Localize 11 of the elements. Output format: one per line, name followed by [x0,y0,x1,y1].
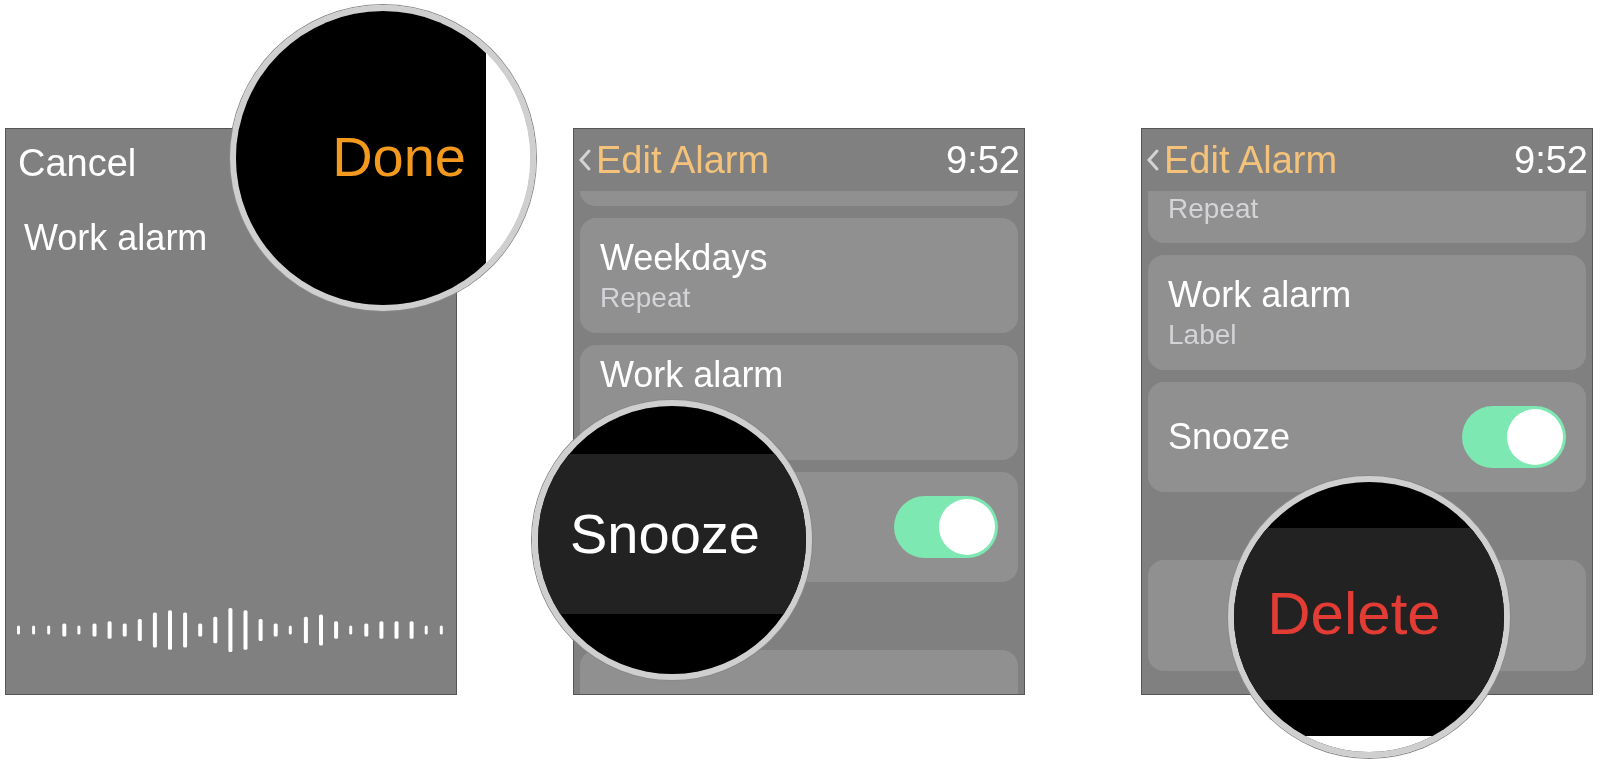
row-title: Work alarm [600,353,785,397]
row-subtitle: Repeat [600,280,692,315]
clock-time: 9:52 [946,137,1020,183]
row-title: Snooze [1168,415,1291,459]
row-subtitle: Label [1168,317,1238,352]
clock-time: 9:52 [1514,137,1588,183]
row-title: Work alarm [1168,272,1353,317]
snooze-label: Snooze [570,506,760,562]
transcript-text: Work alarm [24,217,208,258]
row-subtitle: Repeat [1168,192,1260,226]
row-title: Weekdays [600,235,769,280]
